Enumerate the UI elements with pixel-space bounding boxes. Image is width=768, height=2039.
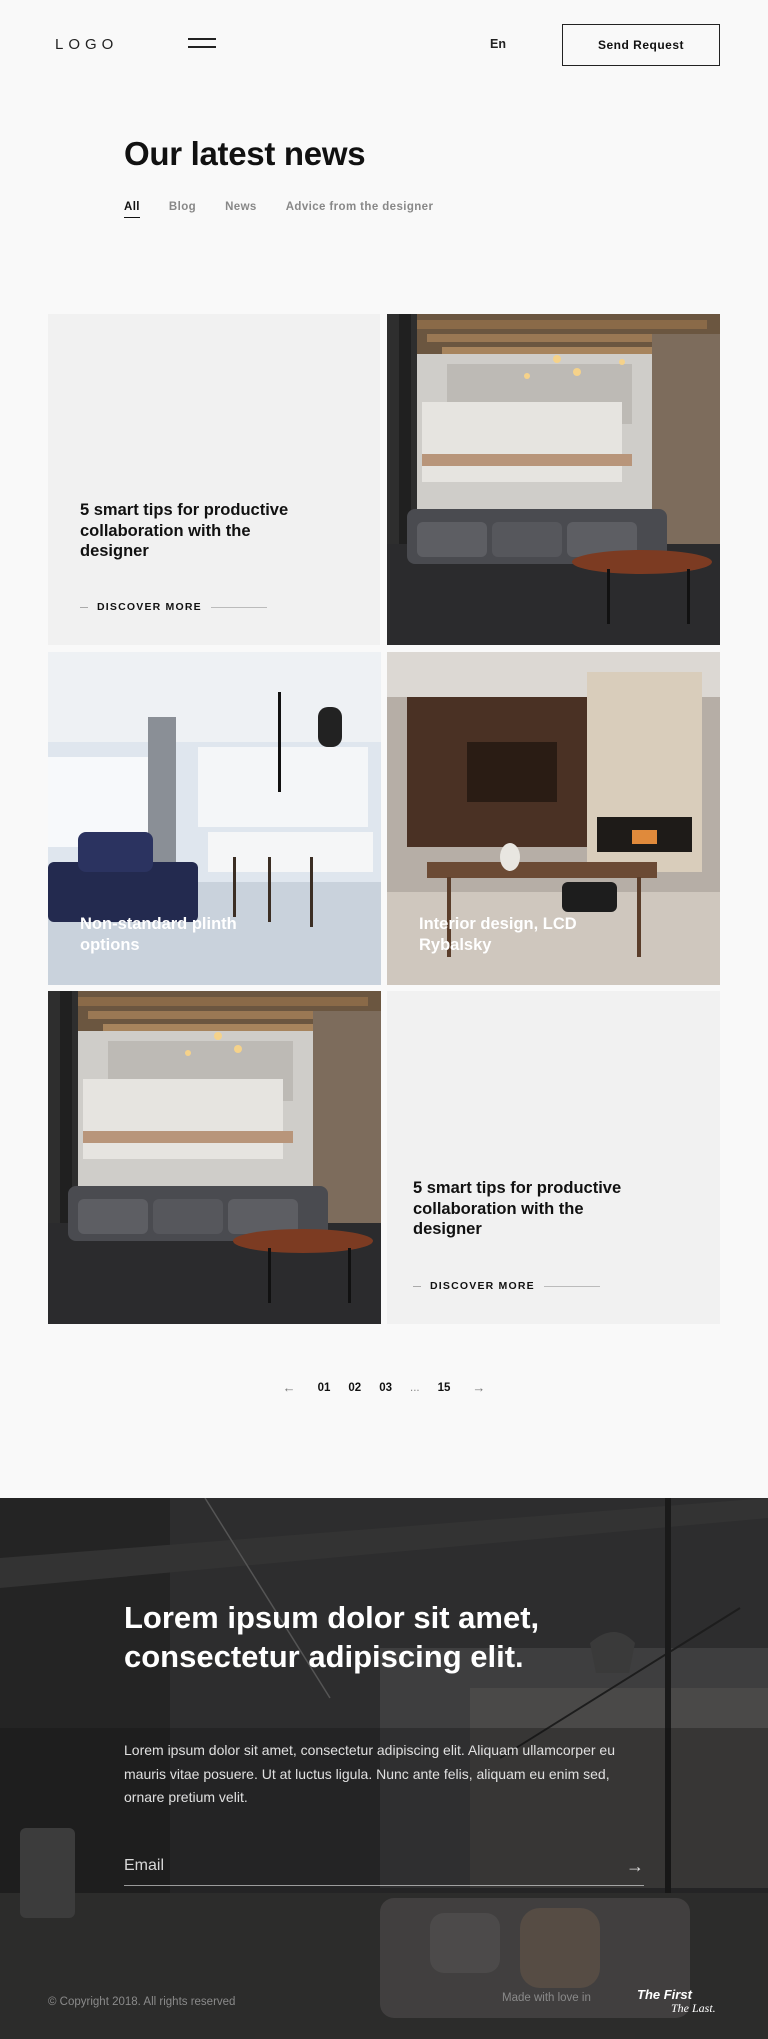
logo[interactable]: LOGO bbox=[55, 36, 118, 53]
footer-heading: Lorem ipsum dolor sit amet, consectetur … bbox=[124, 1600, 540, 1674]
pagination: ← 01 02 03 ... 15 → bbox=[0, 1380, 768, 1395]
article-card[interactable]: Interior design, LCD Rybalsky bbox=[387, 652, 720, 985]
send-request-button[interactable]: Send Request bbox=[562, 24, 720, 66]
brand-logo-line1[interactable]: The First bbox=[637, 1987, 692, 2002]
menu-icon[interactable] bbox=[188, 38, 216, 48]
brand-logo-line2[interactable]: The Last. bbox=[671, 2001, 716, 2016]
submit-arrow-icon[interactable]: → bbox=[626, 1856, 644, 1877]
article-card[interactable]: Non-standard plinth options bbox=[48, 652, 381, 985]
footer-text: Lorem ipsum dolor sit amet, consectetur … bbox=[124, 1742, 616, 1805]
article-title: Non-standard plinth options bbox=[80, 915, 237, 954]
page-link[interactable]: 02 bbox=[348, 1382, 361, 1394]
page-title: Our latest news bbox=[124, 135, 366, 172]
filter-tabs: All Blog News Advice from the designer bbox=[124, 201, 462, 218]
article-card[interactable]: 5 smart tips for productive collaboratio… bbox=[48, 314, 380, 645]
arrow-right-icon[interactable]: → bbox=[472, 1380, 485, 1395]
article-image-living-room[interactable] bbox=[387, 314, 720, 645]
discover-more-link[interactable]: DISCOVER MORE bbox=[80, 601, 267, 613]
page-ellipsis: ... bbox=[410, 1381, 420, 1394]
page-link[interactable]: 01 bbox=[318, 1382, 331, 1394]
footer-newsletter: Lorem ipsum dolor sit amet, consectetur … bbox=[0, 1498, 768, 2039]
tab-blog[interactable]: Blog bbox=[169, 201, 196, 218]
article-image-living-room[interactable] bbox=[48, 991, 381, 1324]
article-title: 5 smart tips for productive collaboratio… bbox=[413, 1179, 622, 1238]
email-input[interactable] bbox=[124, 1850, 604, 1882]
arrow-left-icon[interactable]: ← bbox=[283, 1380, 296, 1395]
article-title: Interior design, LCD Rybalsky bbox=[419, 915, 577, 954]
discover-more-label: DISCOVER MORE bbox=[430, 1280, 535, 1292]
tab-news[interactable]: News bbox=[225, 201, 257, 218]
tab-advice[interactable]: Advice from the designer bbox=[286, 201, 434, 218]
email-form: → bbox=[124, 1850, 644, 1886]
discover-more-label: DISCOVER MORE bbox=[97, 601, 202, 613]
tab-all[interactable]: All bbox=[124, 201, 140, 218]
article-card[interactable]: 5 smart tips for productive collaboratio… bbox=[387, 991, 720, 1324]
made-with-text: Made with love in bbox=[502, 1992, 591, 2004]
article-title: 5 smart tips for productive collaboratio… bbox=[80, 501, 289, 560]
page-link[interactable]: 15 bbox=[438, 1382, 451, 1394]
copyright-text: © Copyright 2018. All rights reserved bbox=[48, 1996, 236, 2008]
page-link[interactable]: 03 bbox=[379, 1382, 392, 1394]
discover-more-link[interactable]: DISCOVER MORE bbox=[413, 1280, 600, 1292]
language-selector[interactable]: En bbox=[490, 37, 506, 51]
